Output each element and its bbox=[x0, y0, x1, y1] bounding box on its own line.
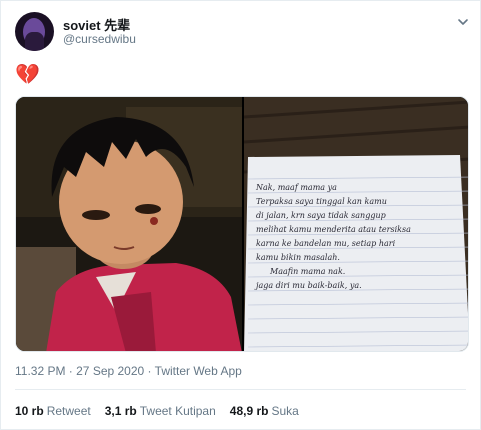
note-line: Maafin mama nak. bbox=[269, 267, 345, 276]
stat-value: 48,9 rb bbox=[229, 404, 269, 418]
stat-quote-tweets[interactable]: 3,1 rb Tweet Kutipan bbox=[105, 404, 216, 418]
note-line: karna ke bandelan mu, setiap hari bbox=[256, 239, 396, 248]
tweet-card: soviet 先辈 @cursedwibu 💔 Nak, maaf mama y… bbox=[0, 0, 481, 430]
stat-value: 10 rb bbox=[15, 404, 44, 418]
avatar[interactable] bbox=[15, 12, 54, 51]
tweet-text: 💔 bbox=[15, 64, 40, 86]
handwritten-note-photo[interactable]: Nak, maaf mama ya Terpaksa saya tinggal … bbox=[244, 97, 469, 352]
divider bbox=[15, 389, 466, 390]
note-line: di jalan, krn saya tidak sanggup bbox=[256, 211, 386, 220]
chevron-down-icon[interactable] bbox=[456, 15, 470, 29]
stat-value: 3,1 rb bbox=[104, 404, 137, 418]
note-line: melihat kamu menderita atau tersiksa bbox=[256, 225, 411, 234]
stat-likes[interactable]: 48,9 rb Suka bbox=[230, 404, 299, 418]
avatar-figure bbox=[25, 32, 44, 51]
tweet-stats: 10 rb Retweet 3,1 rb Tweet Kutipan 48,9 rb… bbox=[15, 404, 313, 418]
note-line: Terpaksa saya tinggal kan kamu bbox=[256, 197, 387, 206]
note-line: jaga diri mu baik-baik, ya. bbox=[254, 281, 362, 290]
child-photo[interactable] bbox=[16, 97, 242, 352]
author-handle[interactable]: @cursedwibu bbox=[63, 32, 136, 46]
tweet-timestamp[interactable]: 11.32 PM · 27 Sep 2020 · Twitter Web App bbox=[15, 364, 242, 378]
stat-label: Retweet bbox=[46, 404, 91, 418]
media-grid: Nak, maaf mama ya Terpaksa saya tinggal … bbox=[15, 96, 469, 352]
stat-retweets[interactable]: 10 rb Retweet bbox=[15, 404, 91, 418]
stat-label: Tweet Kutipan bbox=[139, 404, 216, 418]
note-line: kamu bikin masalah. bbox=[256, 253, 340, 262]
note-line: Nak, maaf mama ya bbox=[255, 183, 337, 192]
stat-label: Suka bbox=[271, 404, 299, 418]
